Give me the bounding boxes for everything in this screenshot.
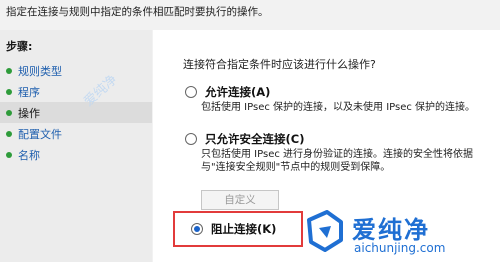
step-program[interactable]: 程序 <box>0 81 152 102</box>
step-profile[interactable]: 配置文件 <box>0 123 152 144</box>
step-bullet-icon <box>6 67 12 74</box>
customize-button[interactable]: 自定义 <box>201 190 279 210</box>
secure-connection-description-line1: 只包括使用 IPsec 进行身份验证的连接。连接的安全性将依据 <box>201 149 474 160</box>
secure-connection-description-line2: 与"连接安全规则"节点中的规则受到保障。 <box>201 162 391 173</box>
allow-secure-connection-radio[interactable]: 只允许安全连接(C) <box>185 131 304 147</box>
brand-text: 爱纯净 <box>352 216 430 244</box>
steps-title: 步骤: <box>6 40 33 53</box>
highlight-box <box>173 211 303 247</box>
steps-sidebar: 步骤: 规则类型 程序 操作 配置文件 名称 爱纯净 <box>0 30 152 262</box>
step-bullet-icon <box>6 88 12 95</box>
step-bullet-icon <box>6 130 12 137</box>
step-name[interactable]: 名称 <box>0 144 152 165</box>
step-action[interactable]: 操作 <box>0 102 152 123</box>
step-label: 名称 <box>18 148 40 162</box>
option-label: 只允许安全连接(C) <box>205 132 305 146</box>
brand-logo-icon <box>307 210 343 252</box>
step-bullet-icon <box>6 109 12 116</box>
step-label: 规则类型 <box>18 64 62 78</box>
action-question: 连接符合指定条件时应该进行什么操作? <box>183 58 376 71</box>
step-label: 配置文件 <box>18 127 62 141</box>
brand-url: aichunjing.com <box>354 241 446 255</box>
radio-icon[interactable] <box>185 133 197 145</box>
step-rule-type[interactable]: 规则类型 <box>0 60 152 81</box>
step-bullet-icon <box>6 151 12 158</box>
step-label: 程序 <box>18 85 40 99</box>
allow-connection-description: 包括使用 IPsec 保护的连接，以及未使用 IPsec 保护的连接。 <box>201 102 476 113</box>
page-description: 指定在连接与规则中指定的条件相匹配时要执行的操作。 <box>6 6 269 18</box>
radio-icon[interactable] <box>185 86 197 98</box>
step-label: 操作 <box>18 106 40 120</box>
allow-connection-radio[interactable]: 允许连接(A) <box>185 84 270 100</box>
option-label: 允许连接(A) <box>205 85 271 99</box>
